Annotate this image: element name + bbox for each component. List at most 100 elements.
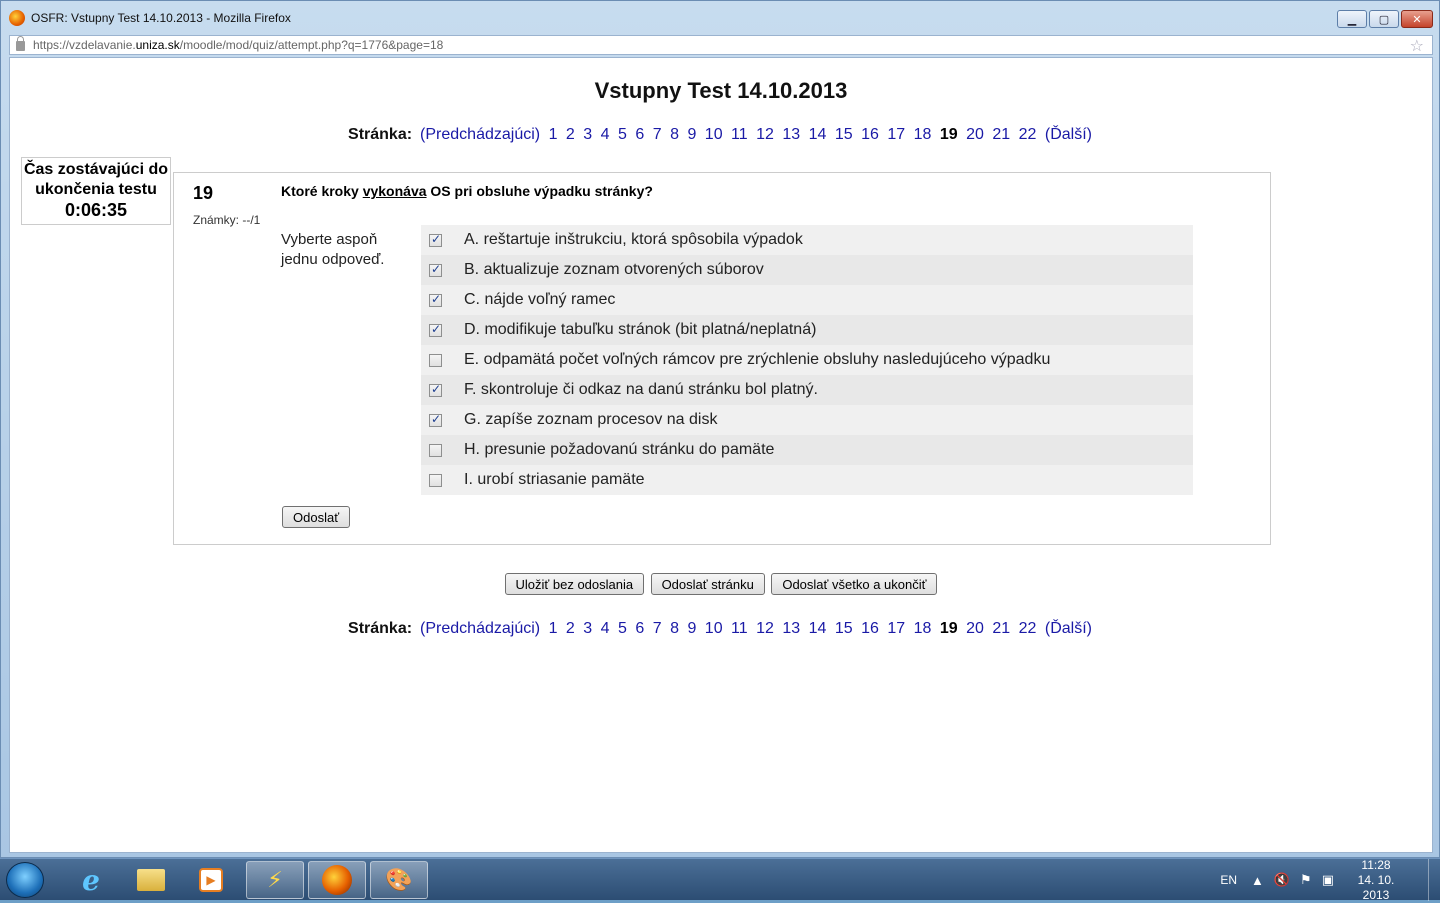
pagination-bottom-page-link[interactable]: 8 — [670, 620, 679, 637]
page-title: Vstupny Test 14.10.2013 — [594, 78, 848, 103]
timer-box: Čas zostávajúci do ukončenia testu 0:06:… — [21, 157, 171, 225]
taskbar-firefox[interactable] — [308, 861, 366, 899]
submit-all-finish-button[interactable]: Odoslať všetko a ukončiť — [771, 573, 938, 595]
pagination-top-page-link[interactable]: 20 — [966, 126, 984, 143]
pagination-bottom-page-link[interactable]: 3 — [583, 620, 592, 637]
address-bar[interactable]: https://vzdelavanie. uniza.sk/moodle/mod/… — [9, 35, 1433, 55]
timer-label: Čas zostávajúci do ukončenia testu — [23, 161, 169, 198]
network-status-icon[interactable]: ▣ — [1322, 872, 1334, 888]
pagination-top-page-link[interactable]: 22 — [1019, 126, 1037, 143]
pagination-bottom-page-link[interactable]: 4 — [601, 620, 610, 637]
show-desktop-button[interactable] — [1428, 859, 1440, 901]
pagination-top-page-link[interactable]: 5 — [618, 126, 627, 143]
question-text-start: Ktoré kroky — [281, 183, 363, 199]
pagination-bottom-page-link[interactable]: 15 — [835, 620, 853, 637]
pagination-bottom-current-page: 19 — [939, 620, 958, 637]
pagination-bottom-page-link[interactable]: 7 — [653, 620, 662, 637]
answer-checkbox[interactable] — [429, 382, 442, 397]
pagination-bottom-page-link[interactable]: 10 — [705, 620, 723, 637]
answer-checkbox[interactable] — [429, 322, 442, 337]
pagination-bottom-page-link[interactable]: 9 — [687, 620, 696, 637]
pagination-top-page-link[interactable]: 13 — [782, 126, 800, 143]
maximize-button[interactable]: ▢ — [1369, 10, 1399, 28]
pagination-top-page-link[interactable]: 9 — [687, 126, 696, 143]
taskbar-media[interactable]: ▶ — [182, 861, 240, 899]
pagination-top-page-link[interactable]: 11 — [731, 126, 748, 143]
pagination-top-page-link[interactable]: 10 — [705, 126, 723, 143]
pagination-top-page-link[interactable]: 6 — [635, 126, 644, 143]
pagination-top-page-link[interactable]: 2 — [566, 126, 575, 143]
answer-option[interactable]: D. modifikuje tabuľku stránok (bit platn… — [421, 315, 1193, 345]
pagination-bottom-page-link[interactable]: 16 — [861, 620, 879, 637]
pagination-bottom-page-link[interactable]: 1 — [549, 620, 558, 637]
answer-option[interactable]: C. nájde voľný ramec — [421, 285, 1193, 315]
pagination-bottom-page-link[interactable]: 12 — [756, 620, 774, 637]
answer-option[interactable]: I. urobí striasanie pamäte — [421, 465, 1193, 495]
pagination-top-page-link[interactable]: 17 — [887, 126, 905, 143]
start-button[interactable] — [6, 862, 44, 898]
answer-checkbox[interactable] — [429, 443, 442, 457]
answer-checkbox[interactable] — [429, 232, 442, 247]
pagination-top-page-link[interactable]: 15 — [835, 126, 853, 143]
pagination-top-page-link[interactable]: 1 — [549, 126, 558, 143]
answer-checkbox[interactable] — [429, 353, 442, 367]
pagination-top-next-link[interactable]: (Ďalší) — [1045, 126, 1092, 143]
browser-window: OSFR: Vstupny Test 14.10.2013 - Mozilla … — [0, 0, 1440, 858]
pagination-top-page-link[interactable]: 21 — [992, 126, 1010, 143]
pagination-top-page-link[interactable]: 18 — [914, 126, 932, 143]
answer-option[interactable]: F. skontroluje či odkaz na danú stránku … — [421, 375, 1193, 405]
answer-label: F. skontroluje či odkaz na danú stránku … — [464, 381, 818, 398]
taskbar-network[interactable]: ⚡ — [246, 861, 304, 899]
submit-page-button[interactable]: Odoslať stránku — [650, 573, 765, 595]
pagination-bottom-next-link[interactable]: (Ďalší) — [1045, 620, 1092, 637]
answer-option[interactable]: A. reštartuje inštrukciu, ktorá spôsobil… — [421, 225, 1193, 255]
answer-option[interactable]: E. odpamätá počet voľných rámcov pre zrý… — [421, 345, 1193, 375]
url-prefix: https://vzdelavanie. — [33, 38, 136, 52]
answer-option[interactable]: G. zapíše zoznam procesov na disk — [421, 405, 1193, 435]
answer-label: I. urobí striasanie pamäte — [464, 471, 645, 488]
pagination-bottom-page-link[interactable]: 5 — [618, 620, 627, 637]
language-indicator[interactable]: EN — [1220, 873, 1237, 887]
answer-checkbox[interactable] — [429, 262, 442, 277]
close-button[interactable]: ✕ — [1401, 10, 1433, 28]
pagination-bottom-page-link[interactable]: 22 — [1019, 620, 1037, 637]
pagination-bottom-prev-link[interactable]: (Predchádzajúci) — [420, 620, 540, 637]
answer-option[interactable]: B. aktualizuje zoznam otvorených súborov — [421, 255, 1193, 285]
pagination-bottom-page-link[interactable]: 2 — [566, 620, 575, 637]
pagination-bottom-page-link[interactable]: 20 — [966, 620, 984, 637]
answer-option[interactable]: H. presunie požadovanú stránku do pamäte — [421, 435, 1193, 465]
pagination-bottom-page-link[interactable]: 14 — [809, 620, 827, 637]
pagination-top-label: Stránka: — [348, 126, 413, 143]
pagination-top-current-page: 19 — [939, 126, 958, 143]
pagination-top-page-link[interactable]: 16 — [861, 126, 879, 143]
pagination-bottom-page-link[interactable]: 13 — [782, 620, 800, 637]
pagination-top-page-link[interactable]: 3 — [583, 126, 592, 143]
pagination-bottom-page-link[interactable]: 11 — [731, 620, 748, 637]
pagination-top-prev-link[interactable]: (Predchádzajúci) — [420, 126, 540, 143]
tray-expand-icon[interactable]: ▲ — [1251, 873, 1264, 888]
pagination-top-page-link[interactable]: 7 — [653, 126, 662, 143]
save-without-submit-button[interactable]: Uložiť bez odoslania — [504, 573, 645, 595]
pagination-top-page-link[interactable]: 8 — [670, 126, 679, 143]
answer-checkbox[interactable] — [429, 473, 442, 487]
pagination-bottom-page-link[interactable]: 18 — [914, 620, 932, 637]
volume-muted-icon[interactable]: 🔇 — [1274, 872, 1290, 888]
clock[interactable]: 11:28 14. 10. 2013 — [1344, 858, 1408, 903]
submit-question-button[interactable]: Odoslať — [282, 506, 351, 528]
minimize-button[interactable]: ▁ — [1337, 10, 1367, 28]
pagination-bottom-page-link[interactable]: 17 — [887, 620, 905, 637]
pagination-top-page-link[interactable]: 4 — [601, 126, 610, 143]
paint-icon: 🎨 — [385, 867, 413, 892]
bookmark-star-icon[interactable]: ☆ — [1410, 36, 1424, 56]
taskbar-paint[interactable]: 🎨 — [370, 861, 428, 899]
answer-checkbox[interactable] — [429, 412, 442, 427]
pagination-top-page-link[interactable]: 12 — [756, 126, 774, 143]
pagination-bottom-page-link[interactable]: 6 — [635, 620, 644, 637]
taskbar-ie[interactable]: e — [62, 861, 120, 899]
lock-icon — [16, 36, 25, 51]
answer-checkbox[interactable] — [429, 292, 442, 307]
taskbar-explorer[interactable] — [122, 861, 180, 899]
action-center-flag-icon[interactable]: ⚑ — [1300, 872, 1312, 888]
pagination-bottom-page-link[interactable]: 21 — [992, 620, 1010, 637]
pagination-top-page-link[interactable]: 14 — [809, 126, 827, 143]
